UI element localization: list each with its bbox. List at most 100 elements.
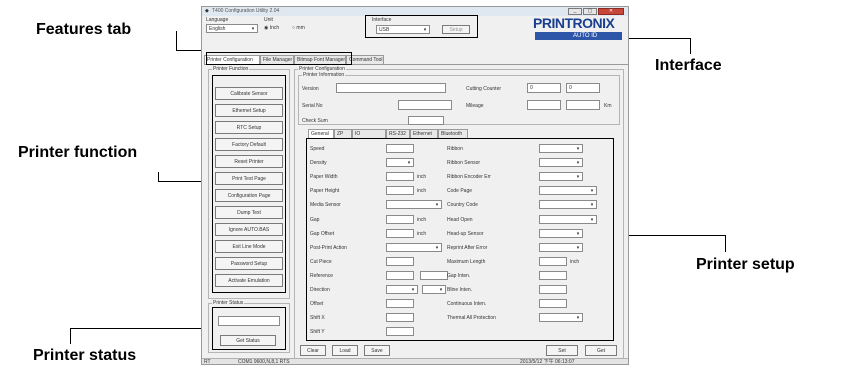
rtc-setup-button[interactable]: RTC Setup	[215, 121, 283, 134]
activate-emulation-button[interactable]: Activate Emulation	[215, 274, 283, 287]
maximum-length-input[interactable]	[539, 256, 567, 266]
unit-inch-radio[interactable]: ◉ Inch	[264, 25, 279, 31]
close-button[interactable]: ✕	[598, 8, 624, 15]
ribbon-select[interactable]: ▾	[539, 144, 583, 153]
ribbon-sensor-select[interactable]: ▾	[539, 158, 583, 168]
callout-interface: Interface	[655, 57, 722, 74]
ethernet-setup-button[interactable]: Ethernet Setup	[215, 104, 283, 117]
exit-line-mode-button[interactable]: Exit Line Mode	[215, 240, 283, 253]
unit-mm-label: mm	[296, 25, 305, 31]
ignore-auto-bas-button[interactable]: Ignore AUTO.BAS	[215, 223, 283, 236]
offset-label: Offset	[310, 301, 324, 308]
printer-setup-panel: Speed Density ▾ Paper Width inch Paper Height…	[306, 138, 614, 341]
paper-height-unit: inch	[417, 188, 427, 195]
direction-select-2[interactable]: ▾	[422, 285, 446, 294]
bline-inten-input[interactable]	[539, 285, 567, 294]
callout-printer-function: Printer function	[18, 144, 138, 161]
clear-button[interactable]: Clear	[300, 345, 326, 356]
media-sensor-select[interactable]: ▾	[386, 200, 442, 210]
ribbon-encoder-err-select[interactable]: ▾	[539, 172, 583, 182]
language-select[interactable]: English ▾	[206, 24, 258, 33]
factory-default-button[interactable]: Factory Default	[215, 138, 283, 151]
bline-inten-label: Bline Inten.	[447, 287, 473, 293]
password-setup-button[interactable]: Password Setup	[215, 257, 283, 270]
right-row-bline-inten: Bline Inten.	[447, 285, 611, 295]
left-row-post-print-action: Post-Print Action ▾	[310, 242, 458, 253]
left-row-direction: Direction ▾ ▾	[310, 285, 458, 295]
tab-zp[interactable]: ZP	[334, 129, 352, 138]
serial-no-label: Serial No	[302, 103, 323, 109]
right-row-head-up-sensor: Head-up Sensor ▾	[447, 228, 611, 239]
set-button[interactable]: Set	[546, 345, 578, 356]
minimize-button[interactable]: _	[568, 8, 582, 15]
get-button[interactable]: Get	[585, 345, 617, 356]
gap-input[interactable]	[386, 214, 414, 224]
reference-input-1[interactable]	[386, 270, 414, 280]
country-code-select[interactable]: ▾	[539, 200, 597, 210]
media-sensor-label: Media Sensor	[310, 202, 341, 209]
head-up-sensor-select[interactable]: ▾	[539, 228, 583, 238]
maximize-button[interactable]: ▢	[583, 8, 597, 15]
left-row-reference: Reference	[310, 270, 458, 281]
reprint-after-error-select[interactable]: ▾	[539, 242, 583, 252]
dump-text-button[interactable]: Dump Text	[215, 206, 283, 219]
setup-left-column: Speed Density ▾ Paper Width inch Paper Height…	[310, 144, 460, 340]
gap-inten-label: Gap Inten.	[447, 272, 471, 279]
serial-no-field	[398, 100, 452, 110]
configuration-page-button[interactable]: Configuration Page	[215, 189, 283, 202]
left-row-density: Density ▾	[310, 158, 458, 168]
leader-printer-status	[70, 328, 212, 329]
paper-height-input[interactable]	[386, 186, 414, 196]
continuous-inten-label: Continuous Inten.	[447, 301, 487, 308]
leader-printer-setup	[725, 235, 726, 252]
leader-interface	[690, 38, 691, 54]
thermal-all-protection-select[interactable]: ▾	[539, 313, 583, 323]
unit-inch-label: Inch	[269, 25, 280, 31]
paper-height-label: Paper Height	[310, 188, 340, 195]
shift-x-input[interactable]	[386, 313, 414, 323]
printer-information-label: Printer Information	[302, 72, 346, 78]
direction-select-1[interactable]: ▾	[386, 285, 418, 294]
post-print-action-select[interactable]: ▾	[386, 242, 442, 252]
head-open-select[interactable]: ▾	[539, 214, 597, 224]
shift-y-input[interactable]	[386, 327, 414, 337]
thermal-all-protection-label: Thermal All Protection	[447, 315, 496, 322]
continuous-inten-input[interactable]	[539, 299, 567, 309]
ribbon-sensor-label: Ribbon Sensor	[447, 160, 481, 167]
chevron-down-icon: ▾	[576, 315, 580, 322]
left-row-cut-piece: Cut Piece	[310, 256, 458, 267]
reprint-after-error-label: Reprint After Error	[447, 244, 488, 251]
left-row-gap: Gap inch	[310, 214, 458, 225]
check-sum-label: Check Sum	[302, 118, 328, 124]
chevron-down-icon: ▾	[435, 244, 439, 251]
reference-input-2[interactable]	[420, 270, 448, 280]
post-print-action-label: Post-Print Action	[310, 244, 347, 251]
paper-width-input[interactable]	[386, 172, 414, 182]
callout-printer-status: Printer status	[33, 347, 137, 364]
mileage-unit: Km	[604, 103, 612, 109]
calibrate-sensor-button[interactable]: Calibrate Sensor	[215, 87, 283, 100]
gap-inten-input[interactable]	[539, 270, 567, 280]
gap-label: Gap	[310, 216, 320, 223]
chevron-down-icon: ▾	[407, 160, 411, 167]
code-page-select[interactable]: ▾	[539, 186, 597, 196]
right-row-reprint-after-error: Reprint After Error ▾	[447, 242, 611, 253]
load-button[interactable]: Load	[332, 345, 358, 356]
shift-y-label: Shift Y	[310, 329, 325, 336]
gap-offset-input[interactable]	[386, 228, 414, 238]
get-status-button[interactable]: Get Status	[220, 335, 276, 346]
reset-printer-button[interactable]: Reset Printer	[215, 155, 283, 168]
unit-mm-radio[interactable]: ○ mm	[292, 25, 305, 31]
maximum-length-label: Maximum Length	[447, 258, 486, 265]
cut-piece-input[interactable]	[386, 256, 414, 266]
density-select[interactable]: ▾	[386, 158, 414, 168]
speed-input[interactable]	[386, 144, 414, 153]
tab-io[interactable]: IO	[352, 129, 386, 138]
ribbon-label: Ribbon	[447, 146, 463, 152]
print-test-page-button[interactable]: Print Test Page	[215, 172, 283, 185]
save-button[interactable]: Save	[364, 345, 390, 356]
offset-input[interactable]	[386, 299, 414, 309]
tab-rs232[interactable]: RS-232	[386, 129, 410, 138]
tab-bluetooth[interactable]: Bluetooth	[438, 129, 468, 138]
tab-ethernet[interactable]: Ethernet	[410, 129, 438, 138]
